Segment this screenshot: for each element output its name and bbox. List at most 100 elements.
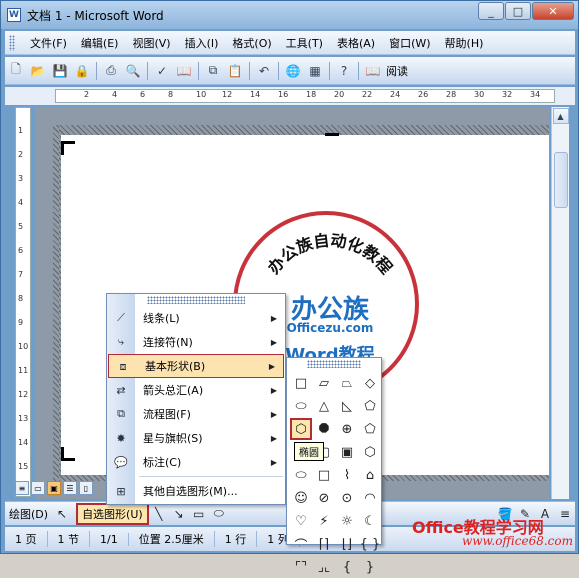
select-objects-icon[interactable]: ↖ bbox=[54, 506, 70, 522]
shape-option-icon[interactable]: ◺ bbox=[336, 395, 358, 417]
palette-drag-handle[interactable] bbox=[307, 360, 361, 368]
shape-option-icon[interactable]: ⯃ bbox=[313, 418, 335, 440]
shape-option-icon[interactable]: ▱ bbox=[313, 372, 335, 394]
line-icon[interactable]: ╲ bbox=[151, 506, 167, 522]
tables-icon[interactable]: ▦ bbox=[305, 61, 325, 81]
shape-option-icon[interactable]: ▣ bbox=[336, 441, 358, 463]
paste-icon[interactable]: 📋 bbox=[225, 61, 245, 81]
shape-option-icon[interactable]: ◇ bbox=[359, 372, 381, 394]
minimize-button[interactable]: _ bbox=[478, 2, 504, 20]
insert-hyperlink-icon[interactable]: 🌐 bbox=[283, 61, 303, 81]
maximize-button[interactable]: □ bbox=[505, 2, 531, 20]
shape-option-icon[interactable]: ⊘ bbox=[313, 487, 335, 509]
menu-help[interactable]: 帮助(H) bbox=[438, 35, 491, 51]
open-icon[interactable]: 📂 bbox=[28, 61, 48, 81]
menu-item-label: 连接符(N) bbox=[143, 336, 193, 349]
menu-file[interactable]: 文件(F) bbox=[23, 35, 74, 51]
shape-option-icon[interactable]: ☼ bbox=[336, 510, 358, 532]
shape-option-icon[interactable]: ⬡ bbox=[359, 441, 381, 463]
shape-option-icon[interactable]: ⏢ bbox=[336, 372, 358, 394]
menu-item-stars-banners[interactable]: ✸ 星与旗帜(S) ▶ bbox=[107, 426, 285, 450]
read-mode-button[interactable]: 阅读 bbox=[386, 63, 408, 79]
oval-icon[interactable]: ⬭ bbox=[211, 506, 227, 522]
reading-view-icon[interactable]: ▯ bbox=[79, 481, 93, 495]
scroll-thumb[interactable] bbox=[553, 152, 568, 208]
title-bar: W 文档 1 - Microsoft Word _ □ ✕ bbox=[1, 1, 578, 29]
shape-option-icon[interactable]: ⬠ bbox=[359, 418, 381, 440]
print-view-icon[interactable]: ▣ bbox=[47, 481, 61, 495]
scroll-up-icon[interactable]: ▲ bbox=[552, 108, 569, 124]
shape-option-icon[interactable]: ⌒ bbox=[290, 533, 312, 555]
vertical-scrollbar[interactable]: ▲ bbox=[551, 107, 569, 499]
line-style-icon[interactable]: ≡ bbox=[557, 506, 573, 522]
print-preview-icon[interactable]: 🔍 bbox=[123, 61, 143, 81]
shape-option-icon[interactable]: ♡ bbox=[290, 510, 312, 532]
shape-option-icon[interactable]: ⬠ bbox=[359, 395, 381, 417]
crop-mark bbox=[325, 133, 339, 136]
shape-option-icon[interactable]: ⌜⌝ bbox=[290, 556, 312, 578]
horizontal-ruler[interactable]: 2 4 6 8 10 12 14 16 18 20 22 24 26 28 30… bbox=[55, 89, 555, 103]
shape-option-icon[interactable]: ⌊⌋ bbox=[336, 533, 358, 555]
menu-window[interactable]: 窗口(W) bbox=[382, 35, 437, 51]
shape-option-icon[interactable]: ⌂ bbox=[359, 464, 381, 486]
close-button[interactable]: ✕ bbox=[532, 2, 574, 20]
menu-drag-handle[interactable] bbox=[147, 296, 245, 304]
menu-item-flowchart[interactable]: ⧉ 流程图(F) ▶ bbox=[107, 402, 285, 426]
vruler-tick: 8 bbox=[18, 294, 24, 303]
menu-view[interactable]: 视图(V) bbox=[125, 35, 177, 51]
status-position: 位置 2.5厘米 bbox=[129, 531, 215, 547]
draw-menu-button[interactable]: 绘图(D) bbox=[5, 506, 52, 522]
menu-item-more-autoshapes[interactable]: ⊞ 其他自选图形(M)... bbox=[107, 479, 285, 503]
shape-option-icon[interactable]: ⊙ bbox=[336, 487, 358, 509]
shape-option-icon[interactable]: ⬭ bbox=[290, 464, 312, 486]
menu-separator bbox=[139, 476, 283, 477]
help-icon[interactable]: ? bbox=[334, 61, 354, 81]
shape-option-icon[interactable]: ⌇ bbox=[336, 464, 358, 486]
shape-option-icon[interactable]: { bbox=[336, 556, 358, 578]
read-mode-icon[interactable]: 📖 bbox=[363, 61, 383, 81]
menu-edit[interactable]: 编辑(E) bbox=[74, 35, 126, 51]
shape-option-icon[interactable]: □ bbox=[290, 372, 312, 394]
vertical-ruler[interactable]: 1 2 3 4 5 6 7 8 9 10 11 12 13 14 15 bbox=[15, 107, 31, 497]
shape-option-icon[interactable]: ⌟⌞ bbox=[313, 556, 335, 578]
web-view-icon[interactable]: ▭ bbox=[31, 481, 45, 495]
new-doc-icon[interactable]: 🗋 bbox=[6, 61, 26, 81]
menu-tools[interactable]: 工具(T) bbox=[279, 35, 330, 51]
copy-icon[interactable]: ⧉ bbox=[203, 61, 223, 81]
menu-table[interactable]: 表格(A) bbox=[330, 35, 382, 51]
outline-view-icon[interactable]: ☰ bbox=[63, 481, 77, 495]
undo-icon[interactable]: ↶ bbox=[254, 61, 274, 81]
shape-option-icon[interactable]: △ bbox=[313, 395, 335, 417]
shape-option-icon[interactable]: ⊕ bbox=[336, 418, 358, 440]
toolbar-separator bbox=[358, 61, 359, 80]
shape-option-icon[interactable]: ◠ bbox=[359, 487, 381, 509]
arrow-icon[interactable]: ↘ bbox=[171, 506, 187, 522]
oval-shape-icon[interactable]: ⬡ bbox=[290, 418, 312, 440]
spelling-icon[interactable]: ✓ bbox=[152, 61, 172, 81]
status-page: 1 页 bbox=[5, 531, 48, 547]
menu-item-callouts[interactable]: 💬 标注(C) ▶ bbox=[107, 450, 285, 474]
submenu-arrow-icon: ▶ bbox=[270, 385, 277, 395]
shape-option-icon[interactable]: ⚡ bbox=[313, 510, 335, 532]
menu-item-connectors[interactable]: ⤷ 连接符(N) ▶ bbox=[107, 330, 285, 354]
research-icon[interactable]: 📖 bbox=[174, 61, 194, 81]
menu-format[interactable]: 格式(O) bbox=[225, 35, 278, 51]
permission-icon[interactable]: 🔒 bbox=[72, 61, 92, 81]
menu-item-block-arrows[interactable]: ⇄ 箭头总汇(A) ▶ bbox=[107, 378, 285, 402]
print-icon[interactable]: ⎙ bbox=[101, 61, 121, 81]
menu-item-lines[interactable]: ⟋ 线条(L) ▶ bbox=[107, 306, 285, 330]
shape-option-icon[interactable]: ⌈⌉ bbox=[313, 533, 335, 555]
normal-view-icon[interactable]: ≡ bbox=[15, 481, 29, 495]
shape-option-icon[interactable]: } bbox=[359, 556, 381, 578]
menu-insert[interactable]: 插入(I) bbox=[178, 35, 226, 51]
shape-option-icon[interactable]: ☺ bbox=[290, 487, 312, 509]
menubar-grip[interactable] bbox=[9, 34, 15, 51]
autoshapes-button[interactable]: 自选图形(U) bbox=[76, 502, 149, 525]
menu-item-basic-shapes[interactable]: ⧈ 基本形状(B) ▶ bbox=[108, 354, 284, 378]
shape-option-icon[interactable]: ☾ bbox=[359, 510, 381, 532]
shape-option-icon[interactable]: { } bbox=[359, 533, 381, 555]
rectangle-icon[interactable]: ▭ bbox=[191, 506, 207, 522]
shape-option-icon[interactable]: ⬭ bbox=[290, 395, 312, 417]
save-icon[interactable]: 💾 bbox=[50, 61, 70, 81]
shape-option-icon[interactable]: □ bbox=[313, 464, 335, 486]
